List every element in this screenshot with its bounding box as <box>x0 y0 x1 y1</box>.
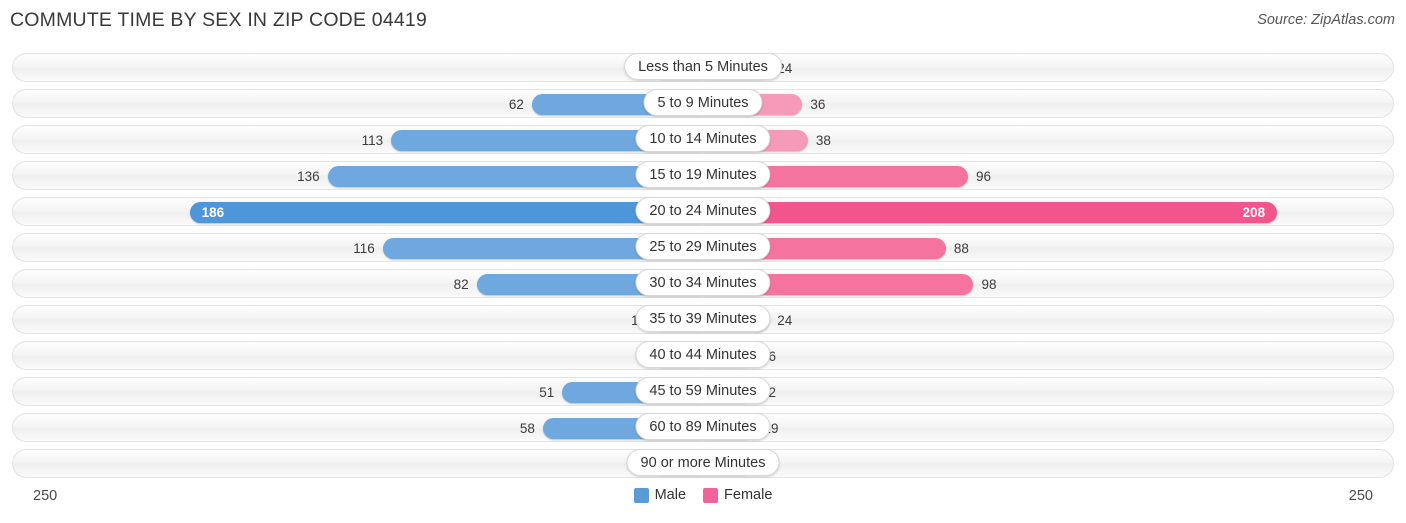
category-label-pill: 30 to 34 Minutes <box>635 269 771 296</box>
female-value-label: 88 <box>953 240 969 256</box>
male-value-label: 116 <box>353 240 375 256</box>
chart-row: 136 96 15 to 19 Minutes <box>0 158 1406 194</box>
female-value-label: 36 <box>810 96 826 112</box>
category-label-pill: 90 or more Minutes <box>626 449 780 476</box>
female-bar[interactable] <box>703 201 1278 223</box>
chart-row: 1424Less than 5 Minutes <box>0 50 1406 86</box>
chart-row: 113 38 10 to 14 Minutes <box>0 122 1406 158</box>
source-attribution: Source: ZipAtlas.com <box>1257 12 1395 28</box>
legend-label: Male <box>654 487 687 503</box>
male-value-label: 62 <box>508 96 524 112</box>
row-bars: 136 96 15 to 19 Minutes <box>0 158 1406 194</box>
legend-swatch-icon <box>703 487 719 503</box>
legend-item[interactable]: Female <box>703 487 772 503</box>
female-value-label: 98 <box>981 276 997 292</box>
row-bars: 62 36 5 to 9 Minutes <box>0 86 1406 122</box>
male-value-label: 82 <box>453 276 469 292</box>
male-value-label: 113 <box>361 132 384 148</box>
row-bars: 186 208 20 to 24 Minutes <box>0 194 1406 230</box>
female-value-label: 96 <box>975 168 991 184</box>
row-bars: 116 88 25 to 29 Minutes <box>0 230 1406 266</box>
chart-row: 116 88 25 to 29 Minutes <box>0 230 1406 266</box>
chart-row: 82 98 30 to 34 Minutes <box>0 266 1406 302</box>
row-bars: 58 19 60 to 89 Minutes <box>0 410 1406 446</box>
category-label-pill: 15 to 19 Minutes <box>635 161 771 188</box>
category-label-pill: 5 to 9 Minutes <box>643 89 763 116</box>
page-title: COMMUTE TIME BY SEX IN ZIP CODE 04419 <box>10 9 428 31</box>
legend-swatch-icon <box>633 487 649 503</box>
row-bars: 511245 to 59 Minutes <box>0 374 1406 410</box>
chart-row: 58 19 60 to 89 Minutes <box>0 410 1406 446</box>
category-label-pill: 45 to 59 Minutes <box>635 377 771 404</box>
category-label-pill: 25 to 29 Minutes <box>635 233 771 260</box>
male-value-label: 186 <box>201 204 225 220</box>
category-label-pill: 40 to 44 Minutes <box>635 341 771 368</box>
chart-row: 11790 or more Minutes <box>0 446 1406 482</box>
male-value-label: 136 <box>297 168 320 184</box>
chart-row: 112435 to 39 Minutes <box>0 302 1406 338</box>
row-bars: 113 38 10 to 14 Minutes <box>0 122 1406 158</box>
legend-item[interactable]: Male <box>633 487 687 503</box>
row-bars: 82 98 30 to 34 Minutes <box>0 266 1406 302</box>
category-label-pill: 60 to 89 Minutes <box>635 413 771 440</box>
chart-legend: Male Female <box>0 487 1406 503</box>
male-value-label: 58 <box>519 420 535 436</box>
male-value-label: 51 <box>539 384 555 400</box>
chart-row: 01640 to 44 Minutes <box>0 338 1406 374</box>
category-label-pill: 10 to 14 Minutes <box>635 125 771 152</box>
row-bars: 01640 to 44 Minutes <box>0 338 1406 374</box>
row-bars: 11790 or more Minutes <box>0 446 1406 482</box>
category-label-pill: 20 to 24 Minutes <box>635 197 771 224</box>
category-label-pill: 35 to 39 Minutes <box>635 305 771 332</box>
female-value-label: 208 <box>1242 204 1266 220</box>
chart-container: COMMUTE TIME BY SEX IN ZIP CODE 04419 So… <box>0 0 1406 523</box>
male-bar[interactable] <box>189 201 703 223</box>
chart-row: 511245 to 59 Minutes <box>0 374 1406 410</box>
row-bars: 1424Less than 5 Minutes <box>0 50 1406 86</box>
row-bars: 112435 to 39 Minutes <box>0 302 1406 338</box>
chart-plot-area: 1424Less than 5 Minutes 62 36 5 to 9 Minute… <box>0 50 1406 486</box>
legend-label: Female <box>724 487 773 503</box>
chart-row: 186 208 20 to 24 Minutes <box>0 194 1406 230</box>
category-label-pill: Less than 5 Minutes <box>624 53 782 80</box>
female-value-label: 38 <box>815 132 831 148</box>
female-value-label: 24 <box>777 312 793 328</box>
chart-row: 62 36 5 to 9 Minutes <box>0 86 1406 122</box>
